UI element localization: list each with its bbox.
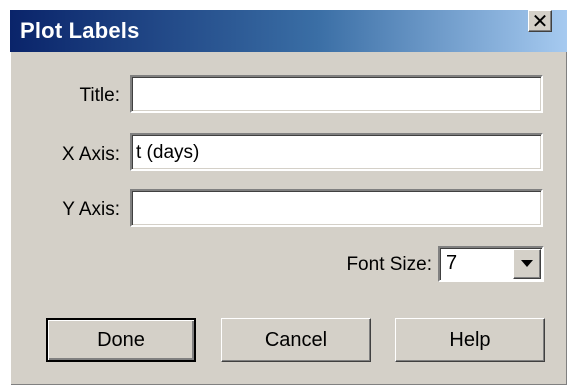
- x-axis-input[interactable]: t (days): [130, 133, 543, 171]
- x-axis-label: X Axis:: [61, 144, 120, 165]
- close-icon: ✕: [531, 9, 549, 33]
- font-size-dropdown-button[interactable]: [513, 249, 541, 279]
- done-button[interactable]: Done: [46, 318, 196, 362]
- close-button[interactable]: ✕: [528, 10, 552, 32]
- cancel-button[interactable]: Cancel: [221, 318, 371, 362]
- font-size-value: 7: [446, 252, 458, 274]
- font-size-label: Font Size:: [346, 254, 432, 275]
- y-axis-input[interactable]: [130, 189, 543, 227]
- y-axis-label: Y Axis:: [62, 199, 120, 220]
- title-label: Title:: [79, 85, 120, 106]
- font-size-select[interactable]: 7: [438, 246, 544, 282]
- chevron-down-icon: [521, 260, 533, 267]
- title-bar[interactable]: Plot Labels: [10, 10, 567, 52]
- help-button[interactable]: Help: [395, 318, 545, 362]
- window-title: Plot Labels: [20, 18, 140, 43]
- title-input[interactable]: [130, 75, 543, 113]
